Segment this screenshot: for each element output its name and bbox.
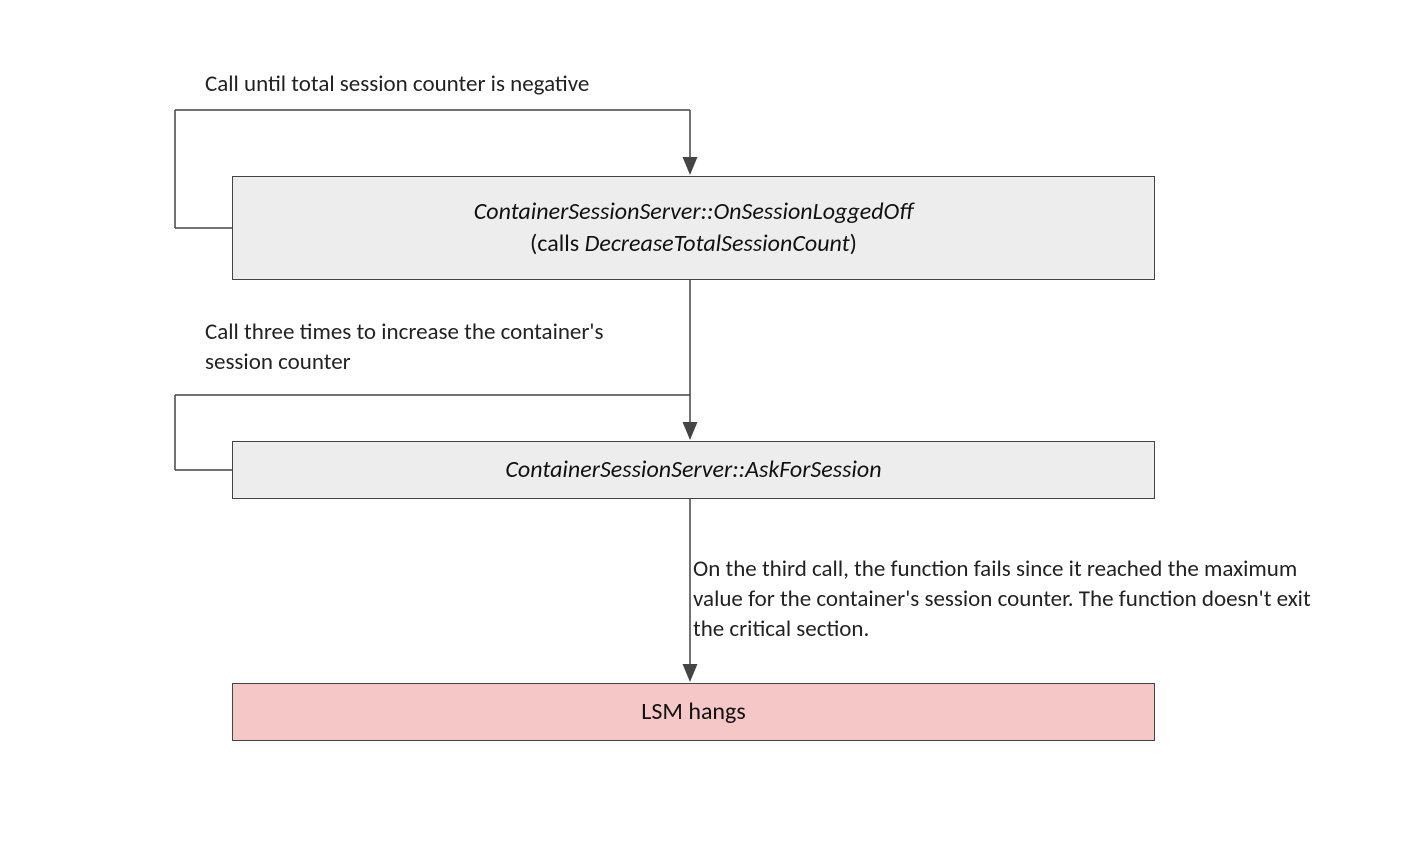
box1-l2b: DecreaseTotalSessionCount [585, 229, 850, 258]
box1-line1: ContainerSessionServer::OnSessionLoggedO… [474, 196, 914, 228]
box2-text: ContainerSessionServer::AskForSession [505, 454, 881, 486]
box-ask-for-session: ContainerSessionServer::AskForSession [232, 441, 1155, 499]
label-top: Call until total session counter is nega… [205, 70, 905, 100]
box1-line2: (calls DecreaseTotalSessionCount) [530, 228, 857, 260]
box1-l2a: (calls [530, 229, 585, 258]
box-lsm-hangs: LSM hangs [232, 683, 1155, 741]
box1-l2c: ) [850, 229, 857, 258]
label-middle: Call three times to increase the contain… [205, 318, 605, 378]
box3-text: LSM hangs [641, 696, 745, 728]
box1-title: ContainerSessionServer::OnSessionLoggedO… [474, 197, 914, 226]
box-on-session-logged-off: ContainerSessionServer::OnSessionLoggedO… [232, 176, 1155, 280]
label-bottom: On the third call, the function fails si… [693, 555, 1313, 645]
